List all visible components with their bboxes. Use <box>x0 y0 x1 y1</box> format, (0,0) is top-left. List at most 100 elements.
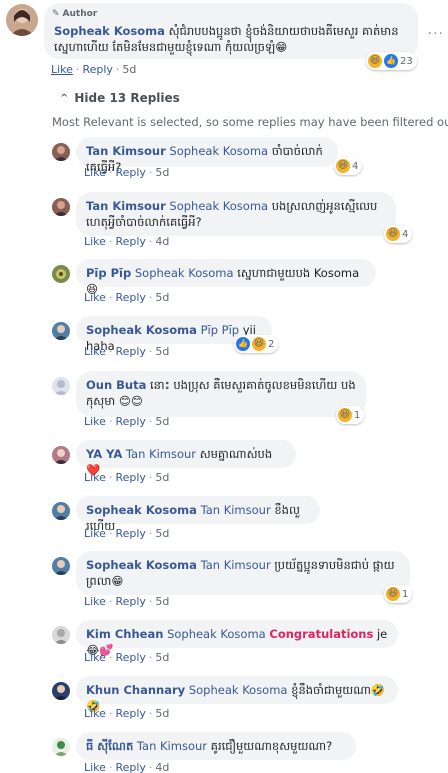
reply-link[interactable]: Reply <box>115 707 145 720</box>
like-link[interactable]: Like <box>84 527 106 540</box>
reaction-summary[interactable]: 😆 4 <box>334 157 363 175</box>
reply-actions: Like · Reply · 4d <box>84 235 170 248</box>
avatar[interactable] <box>52 502 70 520</box>
avatar[interactable] <box>52 377 70 395</box>
comment-author-name[interactable]: Sopheak Kosoma <box>54 24 165 38</box>
reply-bubble: Sopheak Kosoma Tan Kimsour ខឹងលួរហើយ <box>76 496 320 533</box>
like-link[interactable]: Like <box>84 415 106 428</box>
reply-link[interactable]: Reply <box>115 651 145 664</box>
reply-bubble: Sopheak Kosoma Tan Kimsour ប្រយ័ត្នប្អូន… <box>76 551 410 595</box>
mention-link[interactable]: Sopheak Kosoma <box>167 627 266 641</box>
like-link[interactable]: Like <box>84 166 106 179</box>
reply-author-name[interactable]: Oun Buta <box>86 378 146 392</box>
chevron-up-icon: ^ <box>60 92 69 104</box>
timestamp[interactable]: 5d <box>155 595 169 608</box>
timestamp[interactable]: 5d <box>122 63 136 76</box>
timestamp[interactable]: 5d <box>155 651 169 664</box>
main-comment-bubble: Sopheak Kosoma សុំជំរាបបងប្អូនថា ខ្ញុំចង… <box>44 3 418 59</box>
timestamp[interactable]: 5d <box>155 291 169 304</box>
mention-link[interactable]: Sopheak Kosoma <box>189 683 288 697</box>
like-link[interactable]: Like <box>84 651 106 664</box>
like-link[interactable]: Like <box>84 761 106 773</box>
avatar[interactable] <box>52 198 70 216</box>
timestamp[interactable]: 5d <box>155 471 169 484</box>
reply-link[interactable]: Reply <box>82 63 112 76</box>
reply-text: គូរជឿមួយណាខុសមួយណា? <box>210 739 333 753</box>
reply-author-name[interactable]: ធី ស៊ីណែត <box>86 739 133 753</box>
reply-author-name[interactable]: Sopheak Kosoma <box>86 558 197 572</box>
author-avatar[interactable] <box>6 4 38 36</box>
timestamp[interactable]: 5d <box>155 166 169 179</box>
reply-link[interactable]: Reply <box>115 527 145 540</box>
comment-actions: Like · Reply · 5d <box>51 63 137 76</box>
reply-author-name[interactable]: Tan Kimsour <box>86 144 166 158</box>
reaction-summary[interactable]: 😆 👍 23 <box>366 52 417 70</box>
like-link[interactable]: Like <box>84 471 106 484</box>
like-link[interactable]: Like <box>84 707 106 720</box>
mention-link[interactable]: Sopheak Kosoma <box>135 266 234 280</box>
reaction-count: 23 <box>400 55 413 67</box>
haha-icon: 😆 <box>338 408 352 422</box>
avatar[interactable] <box>52 738 70 756</box>
reply-link[interactable]: Reply <box>115 595 145 608</box>
like-link[interactable]: Like <box>84 291 106 304</box>
reaction-summary[interactable]: 😆 1 <box>336 406 365 424</box>
reaction-count: 4 <box>352 160 359 172</box>
mention-link[interactable]: Tan Kimsour <box>126 447 196 461</box>
reply-bubble: Tan Kimsour Sopheak Kosoma បងស្រលាញ់អូនស… <box>76 192 396 236</box>
timestamp[interactable]: 5d <box>155 707 169 720</box>
mention-link[interactable]: Tan Kimsour <box>137 739 207 753</box>
reaction-summary[interactable]: 😆 4 <box>384 225 413 243</box>
reply-author-name[interactable]: Pīp Pīp <box>86 266 131 280</box>
reply-author-name[interactable]: Tan Kimsour <box>86 199 166 213</box>
mention-link[interactable]: Sopheak Kosoma <box>169 144 268 158</box>
reply-bubble: YA YA Tan Kimsour សមគ្នាណាស់បង ❤️ <box>76 440 296 477</box>
timestamp[interactable]: 4d <box>155 761 169 773</box>
reply-link[interactable]: Reply <box>115 761 145 773</box>
mention-link[interactable]: Sopheak Kosoma <box>169 199 268 213</box>
reply-link[interactable]: Reply <box>115 235 145 248</box>
avatar[interactable] <box>52 143 70 161</box>
reply-link[interactable]: Reply <box>115 166 145 179</box>
avatar[interactable] <box>52 322 70 340</box>
avatar[interactable] <box>52 557 70 575</box>
avatar[interactable] <box>52 265 70 283</box>
like-link[interactable]: Like <box>51 63 73 76</box>
avatar[interactable] <box>52 446 70 464</box>
timestamp[interactable]: 5d <box>155 415 169 428</box>
reply-author-name[interactable]: Kim Chhean <box>86 627 163 641</box>
reply-actions: Like · Reply · 5d <box>84 345 170 358</box>
reply-author-name[interactable]: Khun Channary <box>86 683 185 697</box>
reaction-count: 4 <box>402 228 409 240</box>
haha-icon: 😆 <box>252 337 266 351</box>
reply-bubble: Pīp Pīp Sopheak Kosoma ស្នេហាជាមួយបង Kos… <box>76 259 376 296</box>
reply-author-name[interactable]: Sopheak Kosoma <box>86 503 197 517</box>
reply-bubble: Tan Kimsour Sopheak Kosoma ចាំបាច់លាក់គេ… <box>76 137 338 174</box>
hide-replies-label: Hide 13 Replies <box>74 91 180 105</box>
like-link[interactable]: Like <box>84 235 106 248</box>
author-badge: ✎ Author <box>52 9 97 19</box>
timestamp[interactable]: 5d <box>155 527 169 540</box>
reply-link[interactable]: Reply <box>115 471 145 484</box>
timestamp[interactable]: 5d <box>155 345 169 358</box>
reply-link[interactable]: Reply <box>115 291 145 304</box>
more-options-icon[interactable]: ··· <box>428 26 444 42</box>
reply-actions: Like · Reply · 5d <box>84 471 170 484</box>
reply-link[interactable]: Reply <box>115 345 145 358</box>
reply-author-name[interactable]: YA YA <box>86 447 122 461</box>
mention-link[interactable]: Tan Kimsour <box>201 558 271 572</box>
timestamp[interactable]: 4d <box>155 235 169 248</box>
avatar[interactable] <box>52 626 70 644</box>
reaction-summary[interactable]: 👍 😆 2 <box>234 335 279 353</box>
hide-replies-button[interactable]: ^ Hide 13 Replies <box>60 91 180 105</box>
reply-author-name[interactable]: Sopheak Kosoma <box>86 323 197 337</box>
avatar[interactable] <box>52 682 70 700</box>
reply-bubble: Oun Buta នោះ បងប្រុស គឺមេសួរគាត់ចូលខមមិន… <box>76 371 366 417</box>
like-link[interactable]: Like <box>84 595 106 608</box>
congratulations-text: Congratulations <box>269 627 374 641</box>
reply-link[interactable]: Reply <box>115 415 145 428</box>
reaction-summary[interactable]: 😆 1 <box>384 585 413 603</box>
mention-link[interactable]: Pīp Pīp <box>201 323 240 337</box>
mention-link[interactable]: Tan Kimsour <box>201 503 271 517</box>
like-link[interactable]: Like <box>84 345 106 358</box>
